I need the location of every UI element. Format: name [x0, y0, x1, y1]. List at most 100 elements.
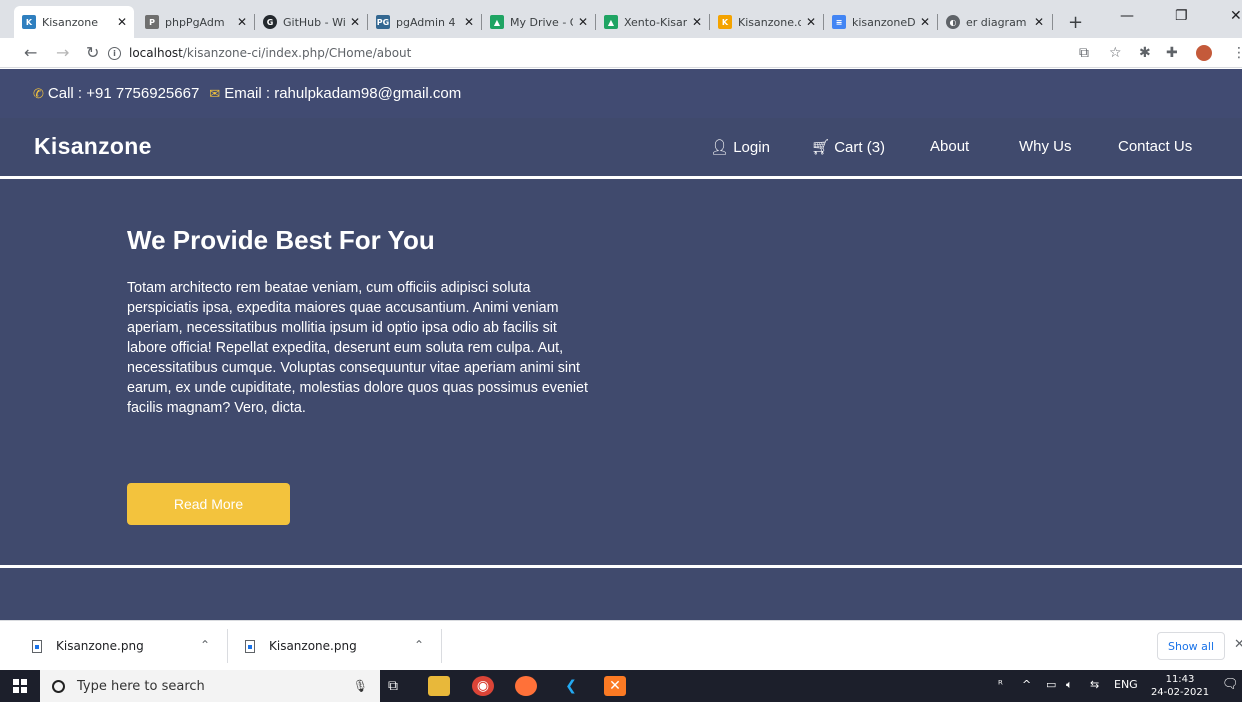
- tab-xento-kisan[interactable]: ▲ Xento-Kisan ✕: [596, 6, 709, 38]
- forward-arrow-icon[interactable]: →: [56, 43, 69, 62]
- brand-logo[interactable]: Kisanzone: [34, 133, 152, 160]
- read-more-button[interactable]: Read More: [127, 483, 290, 525]
- volume-icon[interactable]: 🔈︎: [1066, 678, 1073, 692]
- file-explorer-icon[interactable]: [428, 676, 450, 696]
- vscode-icon[interactable]: ❮: [560, 676, 582, 696]
- cart-icon: 🛒︎: [811, 139, 831, 156]
- contact-bar: ✆ Call : +91 7756925667 ✉ Email : rahulp…: [0, 69, 1242, 118]
- image-file-icon: [32, 639, 42, 653]
- windows-start-icon[interactable]: [13, 679, 27, 693]
- pgadmin-icon: PG: [376, 15, 390, 29]
- nav-contact-us[interactable]: Contact Us: [1118, 138, 1192, 155]
- puzzle-icon[interactable]: ✚: [1166, 45, 1178, 61]
- close-tab-icon[interactable]: ✕: [577, 15, 589, 29]
- slides-icon: K: [718, 15, 732, 29]
- nav-login[interactable]: 👤︎ Login: [710, 138, 770, 156]
- github-icon: G: [263, 15, 277, 29]
- close-tab-icon[interactable]: ✕: [236, 15, 248, 29]
- tab-er-diagram[interactable]: ◐ er diagram ✕: [938, 6, 1051, 38]
- notifications-icon[interactable]: 🗨︎: [1222, 677, 1239, 692]
- hero-text: Totam architecto rem beatae veniam, cum …: [127, 280, 588, 416]
- download-separator: [227, 629, 228, 663]
- close-window-icon[interactable]: ✕: [1230, 8, 1242, 24]
- tab-kisanzone-doc[interactable]: K Kisanzone.d ✕: [710, 6, 823, 38]
- navbar-divider: [0, 176, 1242, 179]
- chrome-icon[interactable]: ◉: [472, 676, 494, 696]
- close-tab-icon[interactable]: ✕: [349, 15, 361, 29]
- image-file-icon: [245, 639, 255, 653]
- tab-title: kisanzoneDB: [852, 15, 915, 29]
- system-clock[interactable]: 11:43 24-02-2021: [1150, 673, 1210, 699]
- minimize-icon[interactable]: —: [1120, 8, 1134, 24]
- reload-icon[interactable]: ↻: [86, 43, 99, 62]
- show-all-button[interactable]: Show all: [1157, 632, 1225, 660]
- taskbar-search[interactable]: Type here to search 🎙︎: [40, 670, 380, 702]
- download-filename: Kisanzone.png: [56, 639, 144, 653]
- tab-phppgadmin[interactable]: P phpPgAdm ✕: [137, 6, 254, 38]
- xampp-icon[interactable]: ✕: [604, 676, 626, 696]
- show-hidden-icons-chevron-icon[interactable]: ^: [1022, 678, 1031, 691]
- close-downloads-icon[interactable]: ✕: [1234, 637, 1242, 652]
- extension-bug-icon[interactable]: ✱: [1139, 45, 1151, 61]
- close-tab-icon[interactable]: ✕: [463, 15, 475, 29]
- new-tab-icon[interactable]: +: [1068, 12, 1083, 33]
- envelope-icon: ✉: [209, 85, 221, 101]
- tab-my-drive[interactable]: ▲ My Drive - G ✕: [482, 6, 595, 38]
- google-docs-icon: ≡: [832, 15, 846, 29]
- section-divider: [0, 565, 1242, 568]
- phone-icon: ✆: [33, 85, 44, 101]
- nav-cart[interactable]: 🛒︎ Cart (3): [811, 138, 885, 156]
- firefox-icon[interactable]: [515, 676, 537, 696]
- clock-time: 11:43: [1165, 674, 1195, 685]
- restore-icon[interactable]: ❐: [1175, 8, 1188, 24]
- tab-title: Kisanzone.d: [738, 15, 801, 29]
- avatar[interactable]: [1196, 45, 1212, 61]
- web-page: ✆ Call : +91 7756925667 ✉ Email : rahulp…: [0, 69, 1242, 620]
- back-arrow-icon[interactable]: ←: [24, 43, 37, 62]
- close-tab-icon[interactable]: ✕: [116, 15, 128, 29]
- clock-date: 24-02-2021: [1150, 687, 1210, 698]
- tab-github[interactable]: G GitHub - Wi ✕: [255, 6, 367, 38]
- close-tab-icon[interactable]: ✕: [919, 15, 931, 29]
- chevron-up-icon[interactable]: ⌃: [414, 638, 424, 652]
- translate-icon[interactable]: ⧉: [1079, 45, 1089, 61]
- nav-cart-label: Cart (3): [834, 139, 886, 156]
- tab-title: pgAdmin 4: [396, 15, 456, 29]
- windows-taskbar: Type here to search 🎙︎ ⧉ ◉ ❮ ✕ ᴿ ^ ▭ 🔈︎ …: [0, 670, 1242, 702]
- close-tab-icon[interactable]: ✕: [1033, 15, 1045, 29]
- downloads-bar: Kisanzone.png ⌃ Kisanzone.png ⌃ Show all…: [0, 620, 1242, 670]
- address-bar[interactable]: i localhost/kisanzone-ci/index.php/CHome…: [108, 41, 1118, 65]
- people-icon[interactable]: ᴿ: [998, 678, 1003, 691]
- microphone-icon[interactable]: 🎙︎: [353, 679, 368, 693]
- tab-kisanzonedb[interactable]: ≡ kisanzoneDB ✕: [824, 6, 937, 38]
- phone-text: Call : +91 7756925667: [47, 85, 200, 102]
- language-indicator[interactable]: ENG: [1114, 678, 1138, 691]
- menu-dots-icon[interactable]: ⋮: [1232, 45, 1242, 61]
- email-text: Email : rahulpkadam98@gmail.com: [224, 85, 462, 102]
- close-tab-icon[interactable]: ✕: [805, 15, 817, 29]
- kisanzone-favicon-icon: K: [22, 15, 36, 29]
- url-path: /kisanzone-ci/index.php/CHome/about: [182, 46, 412, 60]
- info-icon[interactable]: i: [108, 46, 121, 60]
- network-icon[interactable]: ⇆: [1090, 678, 1099, 691]
- nav-why-us[interactable]: Why Us: [1019, 138, 1072, 155]
- google-drive-icon: ▲: [604, 15, 618, 29]
- tab-title: My Drive - G: [510, 15, 573, 29]
- star-icon[interactable]: ☆: [1109, 45, 1122, 61]
- task-view-icon[interactable]: ⧉: [382, 676, 404, 696]
- close-tab-icon[interactable]: ✕: [691, 15, 703, 29]
- nav-about[interactable]: About: [930, 138, 969, 155]
- download-separator: [441, 629, 442, 663]
- tab-pgadmin[interactable]: PG pgAdmin 4 ✕: [368, 6, 481, 38]
- chevron-up-icon[interactable]: ⌃: [200, 638, 210, 652]
- battery-icon[interactable]: ▭: [1046, 678, 1056, 691]
- download-item[interactable]: Kisanzone.png: [32, 621, 144, 671]
- tab-kisanzone[interactable]: K Kisanzone ✕: [14, 6, 134, 38]
- tab-title: GitHub - Wi: [283, 15, 345, 29]
- google-drive-icon: ▲: [490, 15, 504, 29]
- tab-title: Kisanzone: [42, 15, 98, 29]
- download-filename: Kisanzone.png: [269, 639, 357, 653]
- tab-strip: K Kisanzone ✕ P phpPgAdm ✕ G GitHub - Wi…: [0, 0, 1242, 38]
- download-item[interactable]: Kisanzone.png: [245, 621, 357, 671]
- search-placeholder: Type here to search: [77, 678, 205, 694]
